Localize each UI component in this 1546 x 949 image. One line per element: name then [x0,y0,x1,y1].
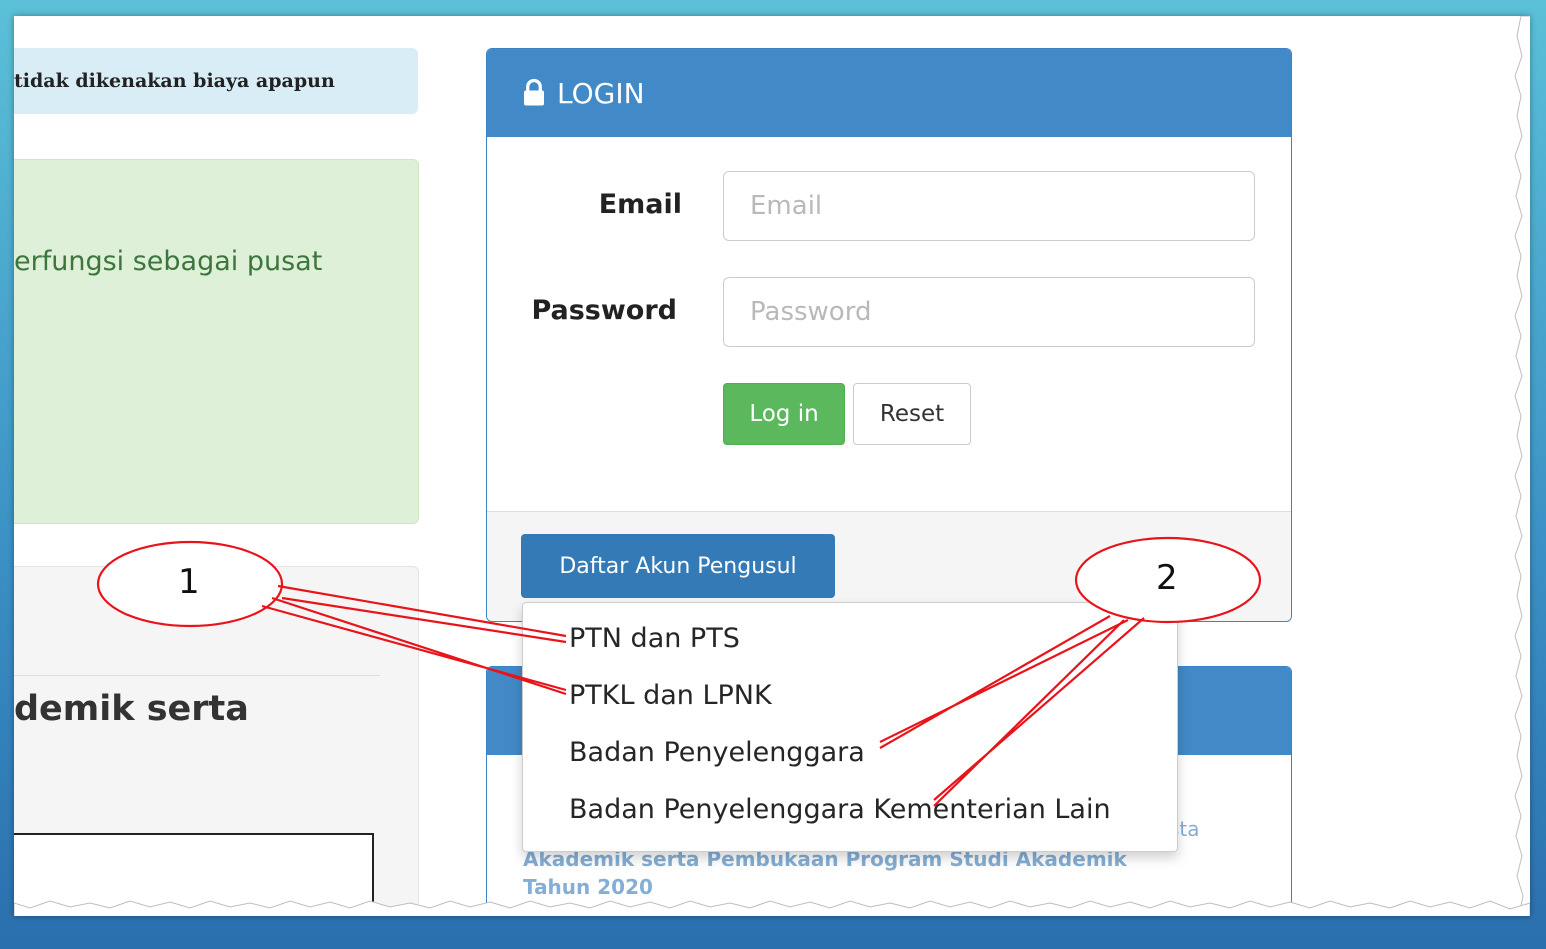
email-row: Email [487,171,1291,243]
register-dropdown-menu: PTN dan PTS PTKL dan LPNK Badan Penyelen… [522,602,1178,852]
login-panel-header: LOGIN [487,49,1291,137]
info-alert-green: erfungsi sebagai pusat [14,159,419,524]
login-button[interactable]: Log in [723,383,845,445]
news-link[interactable]: Akademik serta Pembukaan Program Studi A… [523,845,1203,901]
screenshot-paper: tidak dikenakan biaya apapun erfungsi se… [14,16,1530,916]
info-alert-blue: tidak dikenakan biaya apapun [14,48,418,114]
email-label: Email [598,189,682,220]
password-input[interactable] [723,277,1255,347]
login-panel: LOGIN Email Password Log in Reset Daftar… [486,48,1292,622]
torn-edge-bottom [14,900,1530,916]
divider [14,675,380,676]
register-account-button[interactable]: Daftar Akun Pengusul [521,534,835,598]
password-label: Password [531,295,677,326]
torn-edge-right [1514,16,1530,916]
menu-item-ptkl-lpnk[interactable]: PTKL dan LPNK [569,680,772,711]
login-title: LOGIN [557,76,645,110]
info-alert-text: tidak dikenakan biaya apapun [14,70,335,92]
callout-2-number: 2 [1156,558,1178,598]
menu-item-ptn-pts[interactable]: PTN dan PTS [569,623,740,654]
lock-icon [524,78,544,106]
info-green-text: erfungsi sebagai pusat [14,246,323,277]
content-panel: demik serta [14,566,419,916]
menu-item-badan-penyelenggara[interactable]: Badan Penyelenggara [569,737,865,768]
menu-item-badan-penyelenggara-kementerian-lain[interactable]: Badan Penyelenggara Kementerian Lain [569,794,1111,825]
section-heading: demik serta [14,689,249,729]
callout-1-number: 1 [178,562,200,602]
reset-button[interactable]: Reset [853,383,971,445]
email-input[interactable] [723,171,1255,241]
password-row: Password [487,277,1291,349]
